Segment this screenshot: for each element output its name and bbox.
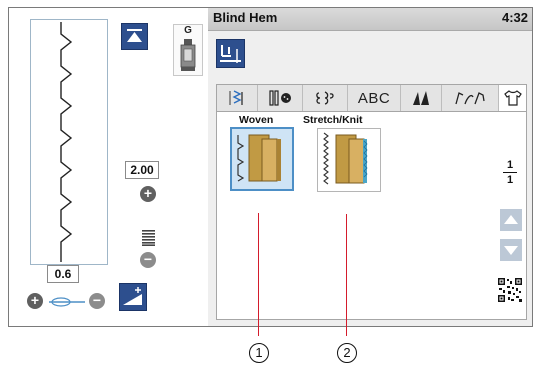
stitch-category-tabs: ABC <box>216 84 527 112</box>
pattern-label-woven: Woven <box>239 114 274 126</box>
tab-quilt[interactable] <box>401 85 442 111</box>
clock-time: 4:32 <box>501 10 528 25</box>
stitch-length-minus-button[interactable]: − <box>140 252 156 268</box>
stitch-settings-icon <box>220 45 241 63</box>
needle-position-up-icon <box>127 29 142 42</box>
stitch-density-icon <box>142 230 155 246</box>
presser-foot-indicator: G <box>173 24 203 76</box>
callout-line-2 <box>346 214 347 336</box>
stitch-preview <box>30 19 108 265</box>
tab-utility-stitches[interactable] <box>217 85 258 111</box>
combination-stitch-icon <box>455 92 485 105</box>
stitch-settings-button[interactable] <box>216 39 245 68</box>
thread-tension-minus-button[interactable]: − <box>89 293 105 309</box>
shirt-icon <box>503 90 522 106</box>
page-current: 1 <box>506 159 514 171</box>
sewing-machine-screen: G 2.00 + − 0.6 + − Blind Hem 4:32 ABC Wo… <box>8 7 533 327</box>
pattern-grid: Woven Stretch/Knit 1 1 <box>216 112 527 320</box>
page-total: 1 <box>506 174 514 186</box>
stitch-settings-panel: G 2.00 + − 0.6 + − <box>9 8 209 326</box>
callout-2: 2 <box>337 343 357 363</box>
decorative-stitch-icon <box>316 91 334 105</box>
tab-alphabet-label: ABC <box>357 89 391 107</box>
utility-stitch-icon <box>229 90 243 105</box>
stitch-name-title: Blind Hem <box>213 10 278 25</box>
qr-code-icon[interactable] <box>497 277 523 303</box>
tab-garment[interactable] <box>499 85 526 111</box>
tab-combination[interactable] <box>442 85 499 111</box>
page-indicator: 1 1 <box>500 159 520 186</box>
tab-buttonhole[interactable] <box>258 85 303 111</box>
thread-tension-icon <box>49 297 85 307</box>
blind-hem-stitch-line <box>60 22 73 262</box>
pattern-button-woven[interactable] <box>230 127 294 191</box>
callout-line-1 <box>258 213 259 336</box>
scroll-down-button[interactable] <box>500 239 522 261</box>
stitch-selection-panel: Blind Hem 4:32 ABC Woven Stretch/Knit 1 … <box>208 8 532 326</box>
woven-blind-hem-icon <box>237 134 281 182</box>
stretch-knit-blind-hem-icon <box>323 132 368 185</box>
tab-decorative[interactable] <box>303 85 348 111</box>
presser-foot-letter: G <box>184 25 192 36</box>
quilt-icon <box>413 91 429 105</box>
stitch-length-plus-button[interactable]: + <box>140 186 156 202</box>
title-bar: Blind Hem 4:32 <box>208 8 532 31</box>
thread-tension-value: 0.6 <box>47 265 79 283</box>
callout-1: 1 <box>249 343 269 363</box>
buttonhole-icon <box>269 90 291 106</box>
thread-tension-plus-button[interactable]: + <box>27 293 43 309</box>
pattern-button-stretch-knit[interactable] <box>317 128 381 192</box>
pattern-label-stretch-knit: Stretch/Knit <box>303 114 363 126</box>
tapering-icon <box>123 287 142 305</box>
tapering-button[interactable] <box>119 283 147 311</box>
arrow-down-icon <box>504 246 518 255</box>
arrow-up-icon <box>504 215 518 224</box>
tab-alphabet[interactable]: ABC <box>348 85 401 111</box>
stitch-length-value: 2.00 <box>125 161 159 179</box>
needle-position-button[interactable] <box>121 23 148 50</box>
scroll-up-button[interactable] <box>500 209 522 231</box>
page-divider <box>503 172 517 173</box>
